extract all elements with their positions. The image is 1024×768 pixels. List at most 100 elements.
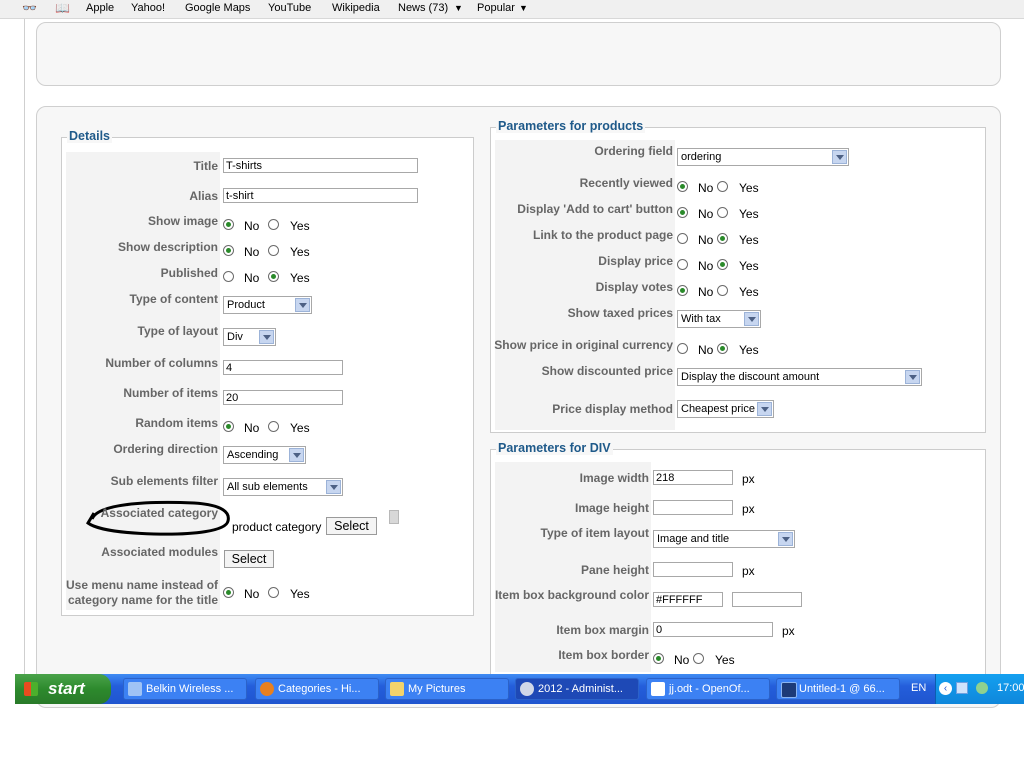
number-of-columns-input[interactable]: 4 — [223, 360, 343, 375]
associated-category-select-button[interactable]: Select — [326, 517, 377, 535]
show-taxed-prices-value: With tax — [681, 313, 721, 325]
original-currency-no-radio[interactable] — [677, 343, 688, 354]
task-photoshop[interactable]: Untitled-1 @ 66... — [776, 678, 900, 700]
ordering-direction-label: Ordering direction — [113, 442, 218, 456]
type-of-layout-label: Type of layout — [137, 324, 218, 338]
recently-viewed-no-radio[interactable] — [677, 181, 688, 192]
bookmark-google-maps[interactable]: Google Maps — [185, 2, 250, 14]
image-width-input[interactable]: 218 — [653, 470, 733, 485]
original-currency-yes-radio[interactable] — [717, 343, 728, 354]
item-box-bg-color-input[interactable]: #FFFFFF — [653, 592, 723, 607]
show-description-no-radio[interactable] — [223, 245, 234, 256]
bookmark-apple[interactable]: Apple — [86, 2, 114, 14]
price-display-method-value: Cheapest price — [681, 403, 755, 415]
use-menu-name-yes-radio[interactable] — [268, 587, 279, 598]
number-of-items-input[interactable]: 20 — [223, 390, 343, 405]
task-openoffice[interactable]: jj.odt - OpenOf... — [646, 678, 770, 700]
published-yes-radio[interactable] — [268, 271, 279, 282]
task-label: My Pictures — [408, 683, 466, 695]
published-no-radio[interactable] — [223, 271, 234, 282]
photoshop-icon — [781, 682, 797, 698]
item-box-border-no-radio[interactable] — [653, 653, 664, 664]
edit-icon[interactable] — [389, 510, 399, 524]
display-price-yes-radio[interactable] — [717, 259, 728, 270]
bookmark-popular[interactable]: Popular — [477, 2, 515, 14]
bookmarks-bar: 👓 📖 Apple Yahoo! Google Maps YouTube Wik… — [0, 0, 1024, 19]
task-belkin-wireless[interactable]: Belkin Wireless ... — [123, 678, 247, 700]
show-image-no-radio[interactable] — [223, 219, 234, 230]
alias-input[interactable]: t-shirt — [223, 188, 418, 203]
alias-label: Alias — [189, 189, 218, 203]
ordering-direction-value: Ascending — [227, 449, 279, 461]
params-div-legend: Parameters for DIV — [496, 441, 613, 455]
show-image-yes-radio[interactable] — [268, 219, 279, 230]
show-discounted-price-select[interactable]: Display the discount amount — [677, 368, 922, 386]
display-votes-label: Display votes — [595, 280, 673, 294]
task-categories-browser[interactable]: Categories - Hi... — [255, 678, 379, 700]
use-menu-name-no-radio[interactable] — [223, 587, 234, 598]
recently-viewed-yes-radio[interactable] — [717, 181, 728, 192]
color-preview-swatch[interactable] — [732, 592, 802, 607]
add-to-cart-yes-radio[interactable] — [717, 207, 728, 218]
clock[interactable]: 17:00 — [997, 682, 1024, 694]
pane-height-input[interactable] — [653, 562, 733, 577]
start-label: start — [48, 679, 85, 698]
bookmark-youtube[interactable]: YouTube — [268, 2, 311, 14]
add-to-cart-no-radio[interactable] — [677, 207, 688, 218]
display-price-no-radio[interactable] — [677, 259, 688, 270]
title-input[interactable]: T-shirts — [223, 158, 418, 173]
start-button[interactable]: start — [15, 674, 111, 704]
sub-elements-filter-select[interactable]: All sub elements — [223, 478, 343, 496]
item-box-margin-unit: px — [782, 624, 795, 638]
item-box-margin-input[interactable]: 0 — [653, 622, 773, 637]
associated-modules-select-button[interactable]: Select — [224, 550, 274, 568]
type-of-layout-select[interactable]: Div — [223, 328, 276, 346]
chevron-down-icon — [744, 312, 759, 326]
display-price-yes-label: Yes — [739, 259, 759, 273]
price-display-method-select[interactable]: Cheapest price — [677, 400, 774, 418]
original-currency-yes-label: Yes — [739, 343, 759, 357]
published-no-label: No — [244, 271, 260, 285]
task-label: jj.odt - OpenOf... — [669, 683, 750, 695]
sub-elements-filter-label: Sub elements filter — [110, 474, 218, 488]
image-height-input[interactable] — [653, 500, 733, 515]
associated-category-label: Associated category — [100, 506, 218, 520]
ordering-field-select[interactable]: ordering — [677, 148, 849, 166]
sub-elements-filter-value: All sub elements — [227, 481, 308, 493]
news-dropdown-icon[interactable]: ▼ — [454, 3, 463, 13]
display-votes-yes-radio[interactable] — [717, 285, 728, 296]
task-label: Untitled-1 @ 66... — [799, 683, 885, 695]
image-height-unit: px — [742, 502, 755, 516]
tray-collapse-icon[interactable]: ‹ — [939, 682, 952, 695]
bookmark-yahoo[interactable]: Yahoo! — [131, 2, 165, 14]
link-product-no-radio[interactable] — [677, 233, 688, 244]
random-items-no-radio[interactable] — [223, 421, 234, 432]
random-items-yes-radio[interactable] — [268, 421, 279, 432]
network-icon[interactable] — [956, 682, 968, 694]
link-to-product-page-label: Link to the product page — [533, 228, 673, 242]
reading-glasses-icon[interactable]: 👓 — [22, 1, 37, 15]
link-product-yes-radio[interactable] — [717, 233, 728, 244]
details-legend: Details — [67, 129, 112, 143]
ordering-direction-select[interactable]: Ascending — [223, 446, 306, 464]
open-book-icon[interactable]: 📖 — [55, 1, 70, 15]
bookmark-wikipedia[interactable]: Wikipedia — [332, 2, 380, 14]
display-votes-no-radio[interactable] — [677, 285, 688, 296]
item-box-border-no-label: No — [674, 653, 690, 667]
image-width-label: Image width — [579, 471, 649, 485]
task-my-pictures[interactable]: My Pictures — [385, 678, 509, 700]
type-of-content-label: Type of content — [129, 292, 218, 306]
language-indicator[interactable]: EN — [911, 682, 926, 694]
item-box-border-yes-radio[interactable] — [693, 653, 704, 664]
title-label: Title — [193, 159, 218, 173]
show-description-yes-radio[interactable] — [268, 245, 279, 256]
chevron-down-icon — [326, 480, 341, 494]
show-taxed-prices-select[interactable]: With tax — [677, 310, 761, 328]
type-of-content-select[interactable]: Product — [223, 296, 312, 314]
wireless-icon — [128, 682, 142, 696]
bookmark-news[interactable]: News (73) — [398, 2, 448, 14]
task-administration[interactable]: 2012 - Administ... — [515, 678, 639, 700]
popular-dropdown-icon[interactable]: ▼ — [519, 3, 528, 13]
type-of-item-layout-select[interactable]: Image and title — [653, 530, 795, 548]
wireless-status-icon[interactable] — [976, 682, 988, 694]
